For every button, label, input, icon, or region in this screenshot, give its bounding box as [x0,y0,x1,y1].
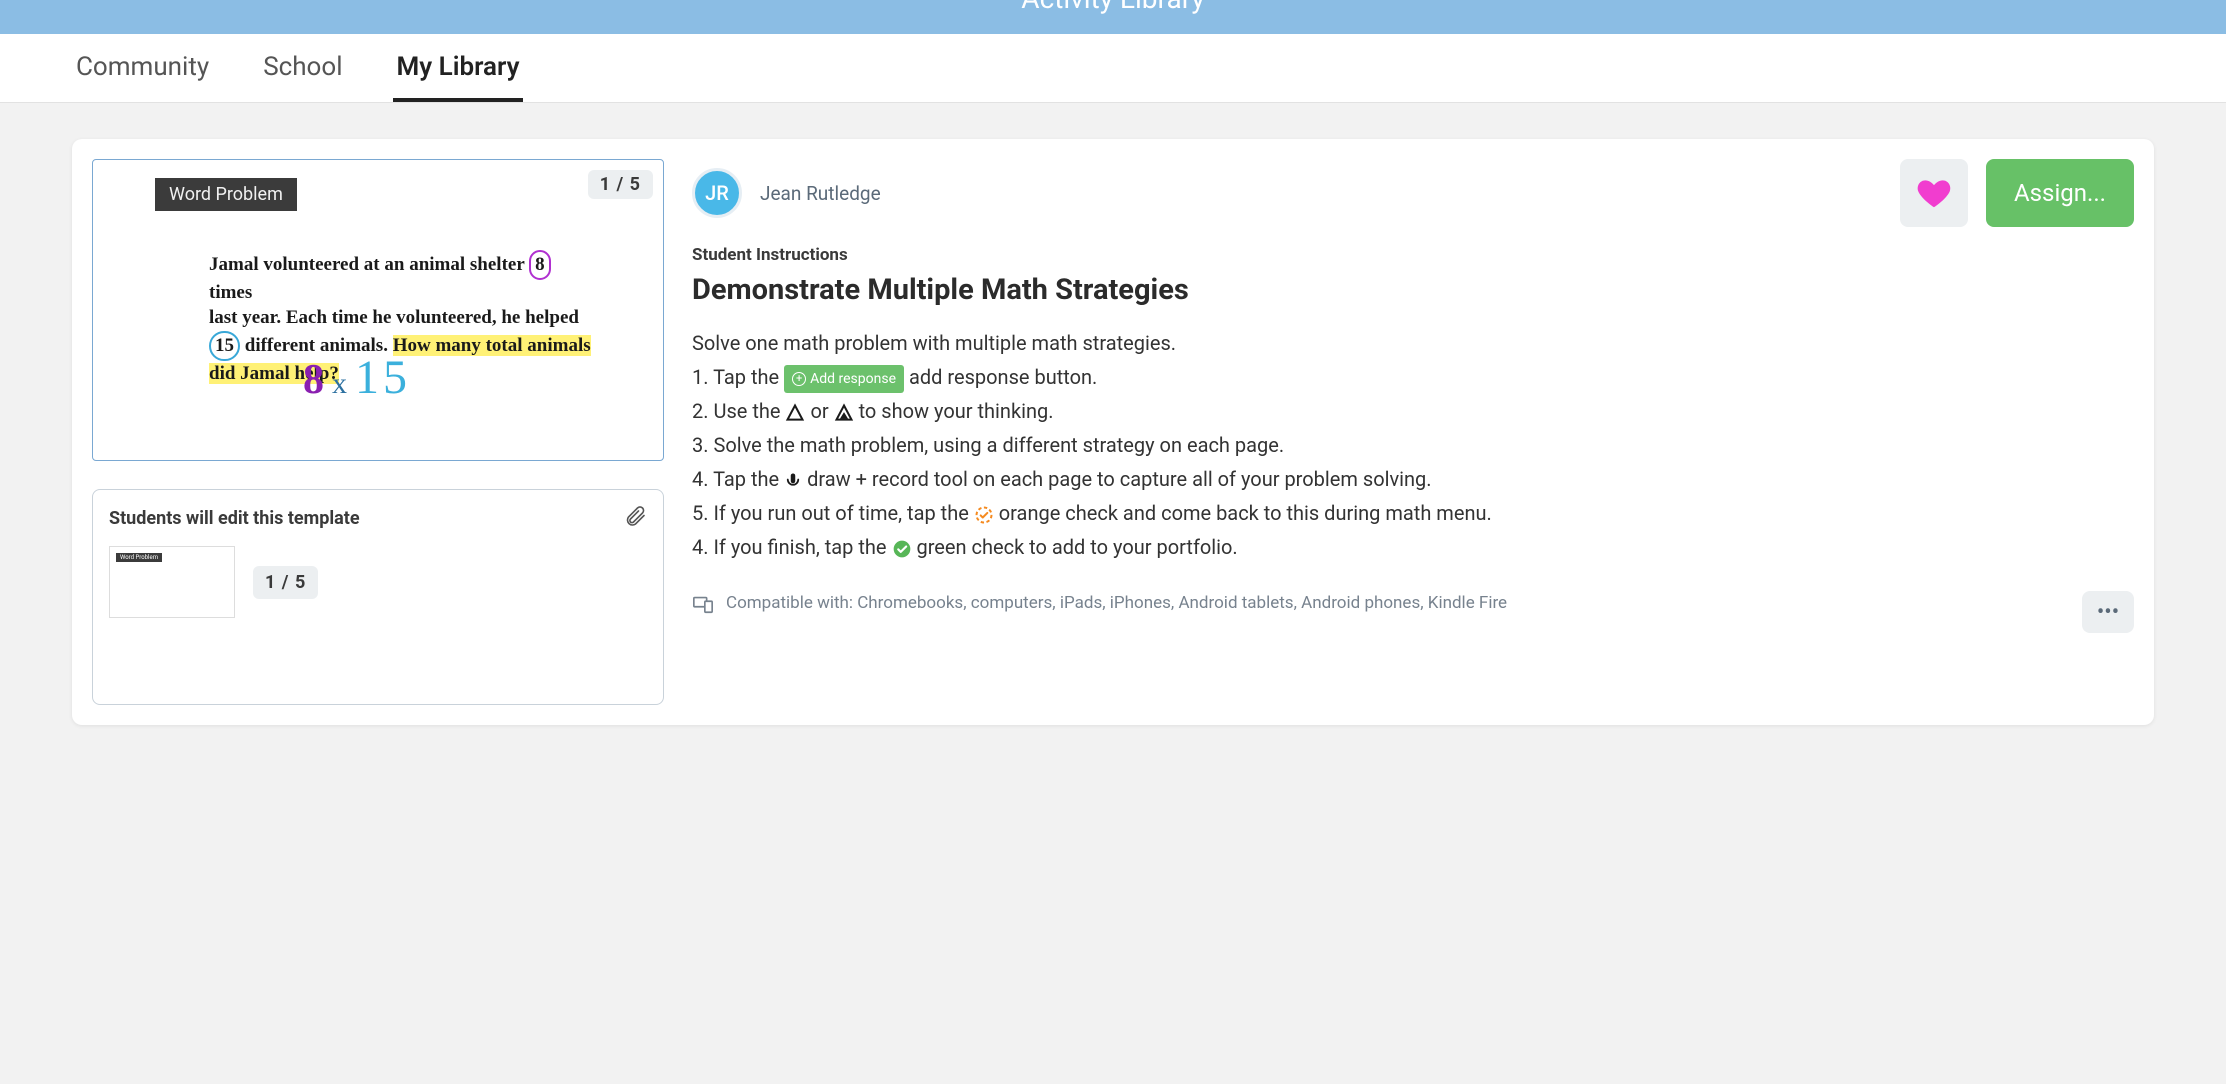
devices-icon [692,593,714,620]
template-page-indicator: 1 / 5 [253,566,318,599]
tab-community[interactable]: Community [72,34,213,102]
tabbar: Community School My Library [0,34,2226,103]
triangle-outline-icon [785,403,805,423]
handwritten-equation: 8 x 15 [303,350,411,405]
favorite-button[interactable] [1900,159,1968,227]
compatibility-text: Compatible with: Chromebooks, computers,… [726,591,2070,617]
activity-card: Word Problem 1 / 5 Jamal volunteered at … [72,139,2154,725]
plus-circle-icon: + [792,372,806,386]
tab-school[interactable]: School [259,34,346,102]
instructions: Solve one math problem with multiple mat… [692,327,2134,563]
page-indicator: 1 / 5 [588,170,653,199]
green-check-icon [892,539,912,559]
attachment-icon[interactable] [623,504,647,532]
preview-chip: Word Problem [155,178,297,211]
triangle-fill-icon [834,403,854,423]
template-box: Students will edit this template Word Pr… [92,489,664,705]
author-avatar[interactable]: JR [692,168,742,218]
activity-title: Demonstrate Multiple Math Strategies [692,273,2134,307]
orange-check-icon [974,505,994,525]
template-title: Students will edit this template [109,508,360,529]
circled-number-15: 15 [209,331,240,361]
tab-my-library[interactable]: My Library [393,34,524,102]
microphone-icon [784,472,802,490]
page-header-title: Activity Library [1021,0,1204,15]
heart-icon [1915,174,1953,212]
author-name[interactable]: Jean Rutledge [760,182,1882,205]
circled-number-8: 8 [529,250,551,280]
ellipsis-icon: ••• [2097,600,2119,625]
activity-preview[interactable]: Word Problem 1 / 5 Jamal volunteered at … [92,159,664,461]
assign-button[interactable]: Assign... [1986,159,2134,227]
add-response-badge: + Add response [784,365,904,393]
page-header: Activity Library [0,0,2226,34]
section-label: Student Instructions [692,245,2134,265]
template-thumbnail[interactable]: Word Problem [109,546,235,618]
more-button[interactable]: ••• [2082,591,2134,633]
